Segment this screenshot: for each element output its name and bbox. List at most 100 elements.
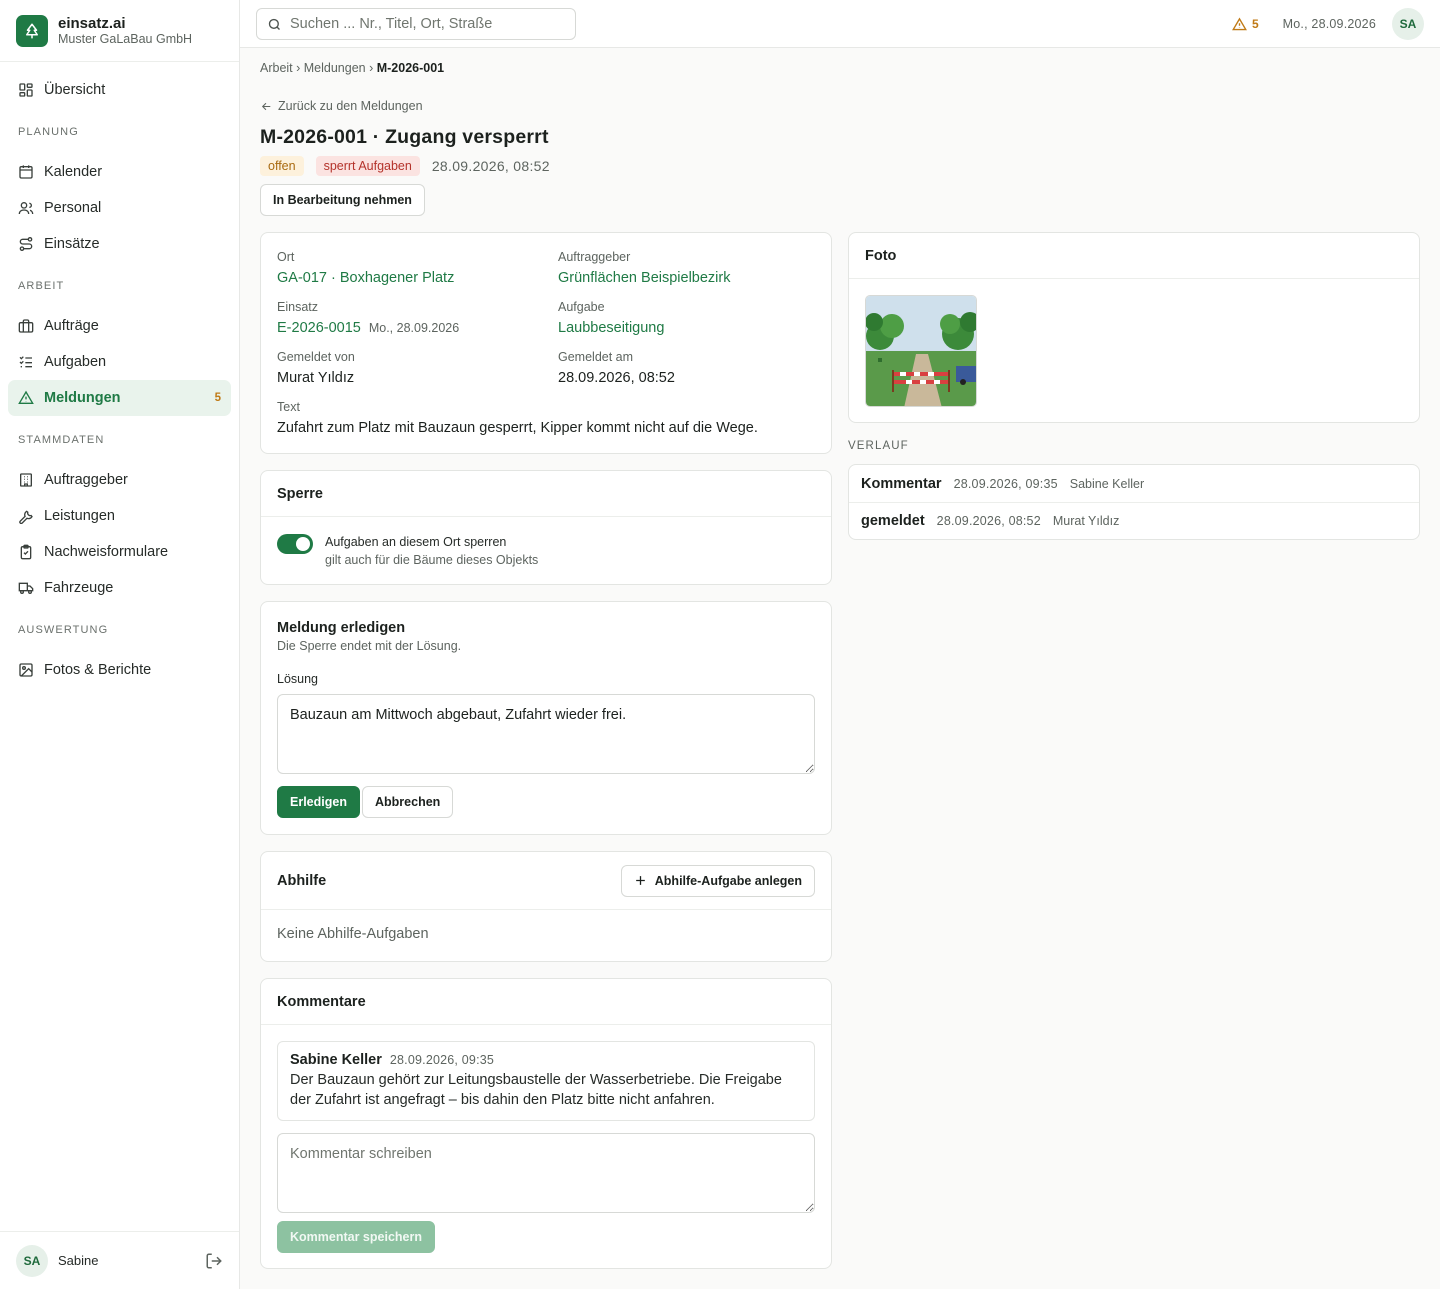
comment-textarea[interactable] (277, 1133, 815, 1213)
tree-logo-icon (16, 14, 48, 47)
field-label: Gemeldet von (277, 350, 355, 364)
nav-label: Personal (44, 200, 102, 216)
add-remedy-task-button[interactable]: Abhilfe-Aufgabe anlegen (620, 864, 815, 897)
company-name: Muster GaLaBau GmbH (58, 31, 193, 46)
card-title: Foto (849, 233, 1419, 279)
card-title: Sperre (261, 471, 831, 517)
photo-card: Foto (848, 232, 1420, 423)
user-avatar[interactable]: SA (1392, 8, 1424, 40)
nav-item-kalender[interactable]: Kalender (8, 154, 231, 190)
search-input[interactable] (290, 16, 560, 32)
nav-label: Aufgaben (44, 354, 107, 370)
history-type: Kommentar (861, 475, 942, 492)
reporter-name: Murat Yıldız (277, 370, 355, 386)
comment-time: 28.09.2026, 09:35 (389, 1053, 495, 1067)
history-time: 28.09.2026, 08:52 (936, 514, 1041, 528)
topbar: 5 Mo., 28.09.2026 SA (240, 0, 1440, 48)
cancel-button[interactable]: Abbrechen (362, 786, 454, 818)
breadcrumb-current: M-2026-001 (376, 61, 445, 75)
nav-label: Leistungen (44, 508, 115, 524)
card-title: Meldung erledigen (277, 620, 406, 636)
alerts-button[interactable]: 5 (1232, 17, 1259, 32)
solution-textarea[interactable]: Bauzaun am Mittwoch abgebaut, Zufahrt wi… (277, 694, 815, 774)
nav-item-personal[interactable]: Personal (8, 190, 231, 226)
nav-item-uebersicht[interactable]: Übersicht (8, 72, 231, 108)
nav-item-meldungen[interactable]: Meldungen 5 (8, 380, 231, 416)
status-badge: offen (260, 156, 304, 176)
field-gemeldet-am: Gemeldet am 28.09.2026, 08:52 (558, 349, 675, 387)
field-gemeldet-von: Gemeldet von Murat Yıldız (277, 349, 355, 387)
status-row: offen sperrt Aufgaben 28.09.2026, 08:52 (260, 156, 550, 176)
avatar[interactable]: SA (16, 1244, 48, 1277)
sidebar: einsatz.ai Muster GaLaBau GmbH Übersicht… (0, 0, 240, 1289)
photo-thumbnail[interactable] (865, 295, 977, 407)
lock-toggle-hint: gilt auch für die Bäume dieses Objekts (325, 553, 539, 567)
photo-image (866, 296, 976, 406)
field-aufgabe: Aufgabe Laubbeseitigung (558, 299, 664, 337)
field-label: Auftraggeber (558, 250, 631, 264)
alerts-count: 5 (1251, 17, 1259, 31)
card-subtitle: Die Sperre endet mit der Lösung. (277, 639, 462, 653)
wrench-icon (19, 510, 33, 524)
search-icon (268, 18, 280, 30)
field-label: Aufgabe (558, 300, 605, 314)
field-label: Gemeldet am (558, 350, 634, 364)
clipboard-check-icon (20, 544, 32, 560)
nav-item-auftraggeber[interactable]: Auftraggeber (8, 462, 231, 498)
search-box[interactable] (256, 8, 576, 40)
logout-icon[interactable] (205, 1252, 223, 1270)
field-label: Ort (277, 250, 295, 264)
lock-badge: sperrt Aufgaben (315, 156, 420, 176)
nav-label: Kalender (44, 164, 103, 180)
breadcrumb-item[interactable]: Meldungen (304, 61, 366, 75)
current-date: Mo., 28.09.2026 (1282, 17, 1376, 31)
report-text: Zufahrt zum Platz mit Bauzaun gesperrt, … (277, 420, 758, 436)
reported-at: 28.09.2026, 08:52 (558, 370, 675, 386)
comment-text: Der Bauzaun gehört zur Leitungsbaustelle… (290, 1072, 782, 1108)
brand[interactable]: einsatz.ai Muster GaLaBau GmbH (0, 0, 239, 62)
nav-section-auswertung: AUSWERTUNG (18, 624, 109, 636)
briefcase-icon (18, 319, 34, 333)
nav-item-fahrzeuge[interactable]: Fahrzeuge (8, 570, 231, 606)
nav-item-fotos-berichte[interactable]: Fotos & Berichte (8, 652, 231, 688)
take-in-progress-button[interactable]: In Bearbeitung nehmen (260, 184, 425, 216)
auftraggeber-link[interactable]: Grünflächen Beispielbezirk (558, 269, 730, 287)
sidebar-user: SA Sabine (0, 1231, 239, 1289)
nav-item-einsaetze[interactable]: Einsätze (8, 226, 231, 262)
nav-section-arbeit: ARBEIT (18, 280, 65, 292)
button-label: Abhilfe-Aufgabe anlegen (654, 873, 802, 888)
field-einsatz: Einsatz E-2026-0015 Mo., 28.09.2026 (277, 299, 459, 337)
comment-author: Sabine Keller (290, 1052, 382, 1068)
nav-label: Aufträge (44, 318, 99, 334)
field-auftraggeber: Auftraggeber Grünflächen Beispielbezirk (558, 249, 730, 287)
app-name: einsatz.ai (58, 14, 126, 32)
resolve-card: Meldung erledigen Die Sperre endet mit d… (260, 601, 832, 835)
back-link[interactable]: Zurück zu den Meldungen (260, 99, 423, 113)
warning-triangle-icon (1232, 17, 1247, 30)
lock-toggle[interactable] (277, 534, 313, 554)
image-icon (19, 663, 33, 677)
meldungen-count-badge: 5 (214, 392, 221, 404)
nav-item-auftraege[interactable]: Aufträge (8, 308, 231, 344)
lock-card: Sperre Aufgaben an diesem Ort sperren gi… (260, 470, 832, 585)
nav-item-nachweisformulare[interactable]: Nachweisformulare (8, 534, 231, 570)
ort-link[interactable]: GA-017 · Boxhagener Platz (277, 269, 454, 287)
truck-icon (18, 582, 34, 594)
building-icon (20, 473, 32, 487)
empty-state: Keine Abhilfe-Aufgaben (277, 926, 429, 942)
einsatz-link[interactable]: E-2026-0015 (277, 320, 361, 336)
resolve-button[interactable]: Erledigen (277, 786, 360, 818)
warning-triangle-icon (18, 390, 34, 404)
nav-item-aufgaben[interactable]: Aufgaben (8, 344, 231, 380)
breadcrumb-item[interactable]: Arbeit (260, 61, 293, 75)
checklist-icon (19, 356, 32, 368)
aufgabe-link[interactable]: Laubbeseitigung (558, 319, 664, 337)
field-label: Text (277, 400, 300, 414)
nav-item-leistungen[interactable]: Leistungen (8, 498, 231, 534)
nav-section-stammdaten: STAMMDATEN (18, 434, 105, 446)
grid-icon (19, 83, 33, 97)
card-title: Abhilfe (277, 872, 327, 889)
history-list: Kommentar 28.09.2026, 09:35 Sabine Kelle… (848, 464, 1420, 540)
save-comment-button[interactable]: Kommentar speichern (277, 1221, 435, 1253)
lock-toggle-label: Aufgaben an diesem Ort sperren (325, 535, 507, 549)
